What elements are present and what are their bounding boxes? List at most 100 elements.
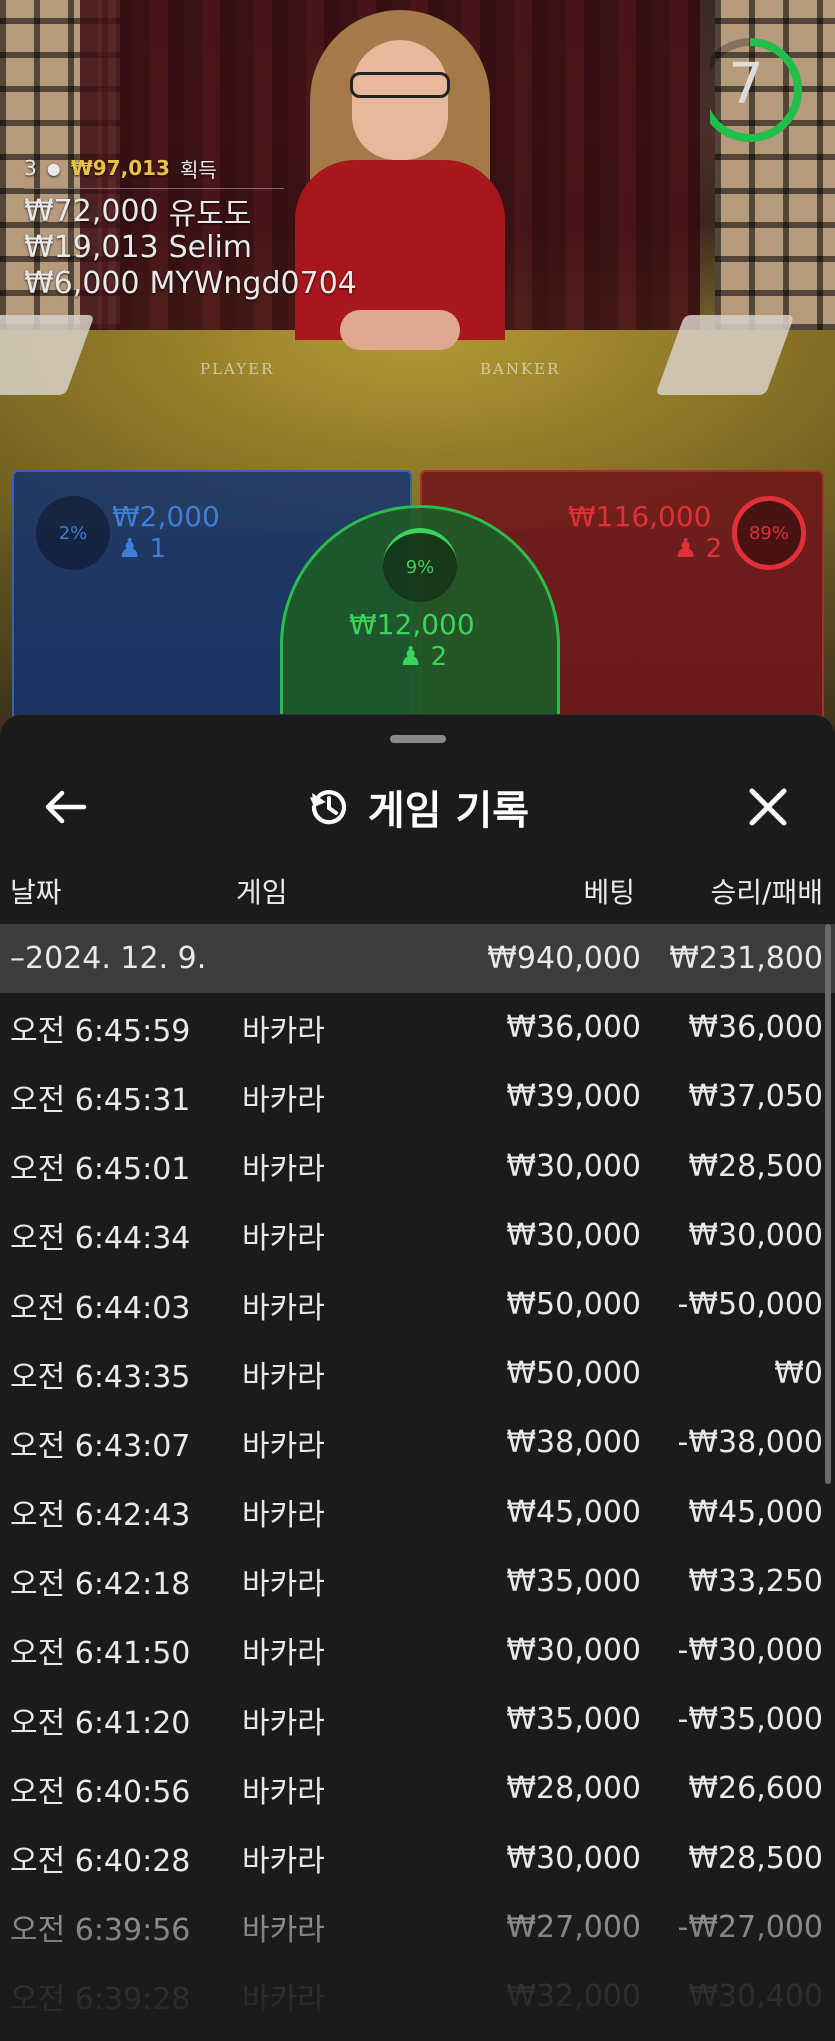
banker-amount: ₩116,000 xyxy=(568,500,712,533)
row-bet: ₩50,000 xyxy=(506,1287,641,1323)
player-count: 1 xyxy=(149,534,167,564)
history-table: –2024. 12. 9. ₩940,000 ₩231,800 오전 6:45:… xyxy=(0,924,835,2031)
row-bet: ₩35,000 xyxy=(506,1563,641,1599)
timer-seconds: 7 xyxy=(728,52,764,117)
live-video-stage: PLAYER BANKER 3 ● ₩97,013 획득 ₩72,000 유도도… xyxy=(0,0,835,740)
row-time: 오전 6:43:35 xyxy=(10,1359,191,1395)
banker-bettors: ♟ 2 xyxy=(674,534,722,564)
history-row[interactable]: 오전 6:41:50 바카라 ₩30,000 -₩30,000 xyxy=(0,1616,835,1685)
total-won: ₩97,013 xyxy=(70,156,170,180)
row-result: ₩33,250 xyxy=(688,1563,823,1599)
history-row[interactable]: 오전 6:41:20 바카라 ₩35,000 -₩35,000 xyxy=(0,1685,835,1754)
row-game: 바카라 xyxy=(242,1636,325,1672)
row-game: 바카라 xyxy=(242,1774,325,1810)
row-game: 바카라 xyxy=(242,1844,325,1880)
column-game: 게임 xyxy=(236,876,288,909)
row-time: 오전 6:39:56 xyxy=(10,1913,191,1949)
column-date: 날짜 xyxy=(10,876,62,909)
row-bet: ₩27,000 xyxy=(506,1909,641,1945)
row-time: 오전 6:45:31 xyxy=(10,1082,191,1118)
row-time: 오전 6:42:43 xyxy=(10,1498,191,1534)
row-result: -₩35,000 xyxy=(677,1702,823,1738)
row-result: ₩30,000 xyxy=(688,1217,823,1253)
banker-percent-ring: 89% xyxy=(732,496,806,570)
winner-name: Selim xyxy=(168,229,253,265)
banker-percent: 89% xyxy=(748,522,789,544)
row-game: 바카라 xyxy=(242,1982,325,2018)
row-game: 바카라 xyxy=(242,1221,325,1257)
row-game: 바카라 xyxy=(242,1498,325,1534)
history-row[interactable]: 오전 6:45:31 바카라 ₩39,000 ₩37,050 xyxy=(0,1062,835,1131)
history-row[interactable]: 오전 6:45:01 바카라 ₩30,000 ₩28,500 xyxy=(0,1132,835,1201)
countdown-timer: 7 xyxy=(698,32,806,148)
banker-count: 2 xyxy=(705,534,723,564)
person-icon: ♟ xyxy=(118,534,142,564)
date-group-date: –2024. 12. 9. xyxy=(10,941,207,977)
row-time: 오전 6:40:28 xyxy=(10,1844,191,1880)
winner-count: 3 xyxy=(24,156,37,180)
history-row[interactable]: 오전 6:39:28 바카라 ₩32,000 ₩30,400 xyxy=(0,1962,835,2031)
history-row[interactable]: 오전 6:45:59 바카라 ₩36,000 ₩36,000 xyxy=(0,993,835,1062)
row-time: 오전 6:44:03 xyxy=(10,1290,191,1326)
row-game: 바카라 xyxy=(242,1152,325,1188)
row-bet: ₩30,000 xyxy=(506,1217,641,1253)
row-bet: ₩28,000 xyxy=(506,1771,641,1807)
row-time: 오전 6:41:50 xyxy=(10,1636,191,1672)
history-row[interactable]: 오전 6:44:03 바카라 ₩50,000 -₩50,000 xyxy=(0,1270,835,1339)
row-bet: ₩38,000 xyxy=(506,1425,641,1461)
winner-amount: ₩6,000 xyxy=(24,265,140,301)
arrow-left-icon xyxy=(45,790,87,824)
history-column-headers: 날짜 게임 베팅 승리/패배 xyxy=(0,862,835,920)
row-result: ₩28,500 xyxy=(688,1840,823,1876)
winner-amount: ₩72,000 xyxy=(24,193,159,229)
winner-row: ₩19,013 Selim xyxy=(24,229,357,265)
row-game: 바카라 xyxy=(242,1567,325,1603)
history-clock-icon xyxy=(309,790,347,825)
row-time: 오전 6:45:01 xyxy=(10,1152,191,1188)
row-bet: ₩30,000 xyxy=(506,1840,641,1876)
history-row[interactable]: 오전 6:43:07 바카라 ₩38,000 -₩38,000 xyxy=(0,1408,835,1477)
row-bet: ₩39,000 xyxy=(506,1079,641,1115)
row-bet: ₩36,000 xyxy=(506,1010,641,1046)
history-row[interactable]: 오전 6:39:56 바카라 ₩27,000 -₩27,000 xyxy=(0,1893,835,1962)
history-row[interactable]: 오전 6:44:34 바카라 ₩30,000 ₩30,000 xyxy=(0,1201,835,1270)
row-time: 오전 6:40:56 xyxy=(10,1774,191,1810)
close-button[interactable] xyxy=(742,783,794,831)
row-result: ₩30,400 xyxy=(688,1978,823,2014)
winner-row: ₩6,000 MYWngd0704 xyxy=(24,265,357,301)
tie-percent-ring: 9% xyxy=(383,528,457,602)
winners-summary: 3 ● ₩97,013 획득 ₩72,000 유도도 ₩19,013 Selim… xyxy=(24,150,357,301)
row-bet: ₩50,000 xyxy=(506,1356,641,1392)
history-row[interactable]: 오전 6:42:43 바카라 ₩45,000 ₩45,000 xyxy=(0,1478,835,1547)
date-group-row[interactable]: –2024. 12. 9. ₩940,000 ₩231,800 xyxy=(0,924,835,994)
sheet-drag-handle[interactable] xyxy=(390,735,446,743)
person-icon: ♟ xyxy=(399,642,423,672)
winner-name: MYWngd0704 xyxy=(149,265,357,301)
row-time: 오전 6:41:20 xyxy=(10,1705,191,1741)
scrollbar[interactable] xyxy=(825,924,831,1484)
date-group-result: ₩231,800 xyxy=(669,941,823,977)
history-row[interactable]: 오전 6:43:35 바카라 ₩50,000 ₩0 xyxy=(0,1339,835,1408)
tie-bettors: ♟ 2 xyxy=(399,642,447,672)
row-game: 바카라 xyxy=(242,1705,325,1741)
history-row[interactable]: 오전 6:40:28 바카라 ₩30,000 ₩28,500 xyxy=(0,1823,835,1892)
close-icon xyxy=(749,788,787,826)
row-result: ₩37,050 xyxy=(688,1079,823,1115)
row-bet: ₩32,000 xyxy=(506,1978,641,2014)
history-row[interactable]: 오전 6:40:56 바카라 ₩28,000 ₩26,600 xyxy=(0,1754,835,1823)
column-bet: 베팅 xyxy=(583,876,635,909)
winner-amount: ₩19,013 xyxy=(24,229,159,265)
back-button[interactable] xyxy=(40,783,96,831)
row-game: 바카라 xyxy=(242,1082,325,1118)
person-icon: ♟ xyxy=(674,534,698,564)
row-time: 오전 6:42:18 xyxy=(10,1567,191,1603)
person-icon: ● xyxy=(46,158,61,178)
sheet-title: 게임 기록 xyxy=(367,788,530,834)
row-time: 오전 6:43:07 xyxy=(10,1428,191,1464)
sheet-header: 게임 기록 xyxy=(0,767,835,847)
row-result: -₩50,000 xyxy=(677,1287,823,1323)
player-bettors: ♟ 1 xyxy=(118,534,166,564)
tie-count: 2 xyxy=(430,642,448,672)
column-result: 승리/패배 xyxy=(710,876,823,909)
history-row[interactable]: 오전 6:42:18 바카라 ₩35,000 ₩33,250 xyxy=(0,1547,835,1616)
